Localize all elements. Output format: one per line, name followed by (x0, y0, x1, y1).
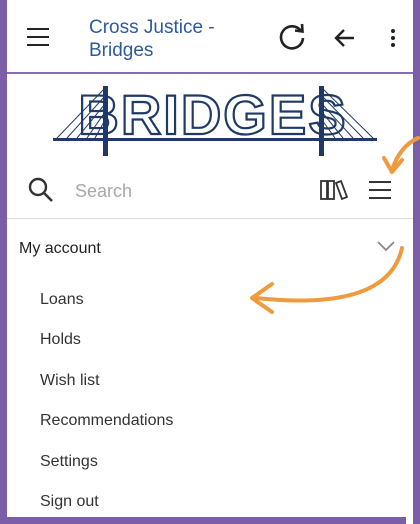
menu-item-settings[interactable]: Settings (7, 442, 413, 482)
phone-screen: Cross Justice - Bridges BRIDGES Search M… (7, 0, 413, 524)
bridges-logo: BRIDGES (53, 82, 377, 156)
app-title-line-2: Bridges (89, 40, 154, 61)
my-account-header[interactable]: My account (7, 226, 413, 270)
search-input[interactable] (73, 176, 237, 206)
more-vert-icon[interactable] (389, 26, 397, 50)
divider (7, 218, 413, 219)
app-bar: Cross Justice - Bridges (7, 0, 413, 74)
books-icon[interactable] (319, 178, 349, 202)
my-account-title: My account (19, 240, 101, 257)
app-bar-border (7, 72, 413, 74)
frame-bottom (0, 517, 406, 524)
menu-item-loans[interactable]: Loans (7, 280, 413, 320)
menu-item-recommendations[interactable]: Recommendations (7, 401, 413, 441)
menu-item-holds[interactable]: Holds (7, 320, 413, 360)
menu-icon[interactable] (369, 180, 391, 200)
app-title: Cross Justice - Bridges (89, 16, 259, 62)
chevron-down-icon[interactable] (377, 240, 395, 252)
search-icon[interactable] (27, 176, 55, 204)
menu-item-wish-list[interactable]: Wish list (7, 361, 413, 401)
back-arrow-icon[interactable] (333, 26, 357, 50)
reload-icon[interactable] (277, 22, 307, 52)
app-title-line-1: Cross Justice - (89, 17, 215, 38)
hamburger-icon[interactable] (27, 28, 49, 46)
logo-text: BRIDGES (78, 83, 347, 146)
account-menu: Loans Holds Wish list Recommendations Se… (7, 280, 413, 522)
